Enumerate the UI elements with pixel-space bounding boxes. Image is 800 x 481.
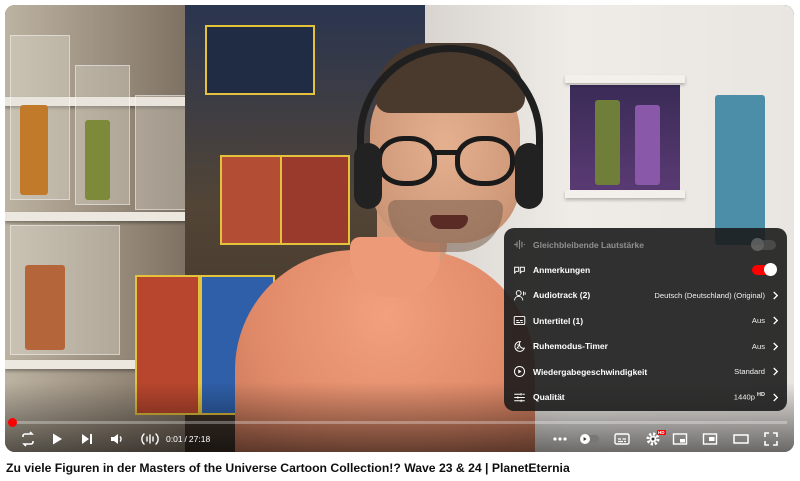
video-player[interactable]: Gleichbleibende Lautstärke Anmerkungen A… [5,5,794,452]
menu-item-value: Aus [751,341,765,351]
settings-hd-badge: HD [657,430,666,435]
stable-volume-icon [512,238,526,252]
loop-button[interactable] [19,430,37,448]
menu-item-value: 1440p HD [734,392,765,402]
menu-item-label: Qualität [533,392,565,403]
menu-item-value: Standard [734,367,765,377]
menu-item-label: Ruhemodus-Timer [533,341,608,352]
progress-bar[interactable] [12,421,787,424]
headphones-earcup [354,143,382,209]
purple-display [570,85,680,195]
menu-item-label: Anmerkungen [533,265,591,276]
play-icon [53,433,62,445]
current-time: 0:01 [166,434,183,444]
time-separator: / [184,434,187,444]
fullscreen-icon [764,432,778,446]
next-button[interactable] [78,430,96,448]
play-button[interactable] [48,430,66,448]
fullscreen-button[interactable] [762,430,780,448]
subtitles-icon [512,314,526,328]
volume-button[interactable] [108,430,126,448]
chevron-right-icon [771,392,779,402]
menu-item-label: Wiedergabegeschwindigkeit [533,366,648,377]
annotations-toggle[interactable] [752,263,777,277]
settings-menu: Gleichbleibende Lautstärke Anmerkungen A… [504,228,787,411]
menu-item-quality[interactable]: Qualität 1440p HD [504,384,787,409]
action-figure [715,95,765,245]
control-bar: 0:01/27:18 HD [5,427,794,451]
quality-value: 1440p [733,392,755,402]
shelf-board [565,75,685,83]
action-figure [635,105,660,185]
video-title: Zu viele Figuren in der Masters of the U… [6,461,570,475]
audio-track-icon [512,288,526,302]
menu-item-stable-volume[interactable]: Gleichbleibende Lautstärke [504,232,787,257]
shelf-board [565,190,685,198]
menu-item-label: Gleichbleibende Lautstärke [533,239,645,250]
headphones-earcup [515,143,543,209]
volume-icon [111,434,122,444]
figure-box [280,155,350,245]
skip-next-icon [82,434,92,444]
scrubber-handle[interactable] [8,418,17,427]
duration: 27:18 [188,434,211,444]
person-mouth [430,215,468,229]
menu-item-playback-speed[interactable]: Wiedergabegeschwindigkeit Standard [504,359,787,384]
menu-item-label: Audiotrack (2) [533,290,591,301]
display-case [135,95,190,210]
figure-box [205,25,315,95]
theater-mode-button[interactable] [732,430,750,448]
menu-item-sleep-timer[interactable]: Ruhemodus-Timer Aus [504,334,787,359]
stable-volume-toggle[interactable] [751,237,776,251]
time-display: 0:01/27:18 [166,434,210,444]
action-figure [85,120,110,200]
miniplayer-icon [672,433,688,445]
more-button[interactable] [551,430,569,448]
loop-icon [22,431,34,447]
menu-item-value: Aus [751,316,765,326]
playback-speed-icon [512,365,526,379]
miniplayer-button[interactable] [671,430,689,448]
stable-volume-indicator-icon [141,433,159,445]
menu-item-audio-track[interactable]: Audiotrack (2) Deutsch (Deutschland) (Or… [504,283,787,308]
menu-item-subtitles[interactable]: Untertitel (1) Aus [504,308,787,333]
picture-in-picture-icon [702,433,718,445]
autoplay-icon [579,434,599,444]
stable-volume-button[interactable] [139,430,161,448]
action-figure [20,105,48,195]
menu-item-value: Deutsch (Deutschland) (Original) [654,290,765,300]
sleep-timer-icon [512,339,526,353]
chevron-right-icon [771,290,779,300]
quality-icon [512,390,526,404]
chevron-right-icon [771,316,779,326]
chevron-right-icon [771,341,779,351]
pip-button[interactable] [701,430,719,448]
subtitles-button[interactable] [613,430,631,448]
annotations-icon [512,263,526,277]
quality-hd-badge: HD [757,392,765,399]
autoplay-toggle[interactable] [578,430,600,448]
more-dots-icon [553,437,567,441]
menu-item-label: Untertitel (1) [533,315,584,326]
theater-mode-icon [733,434,749,444]
menu-item-annotations[interactable]: Anmerkungen [504,257,787,282]
action-figure [25,265,65,350]
chevron-right-icon [771,367,779,377]
subtitles-cc-icon [614,433,630,445]
action-figure [595,100,620,185]
